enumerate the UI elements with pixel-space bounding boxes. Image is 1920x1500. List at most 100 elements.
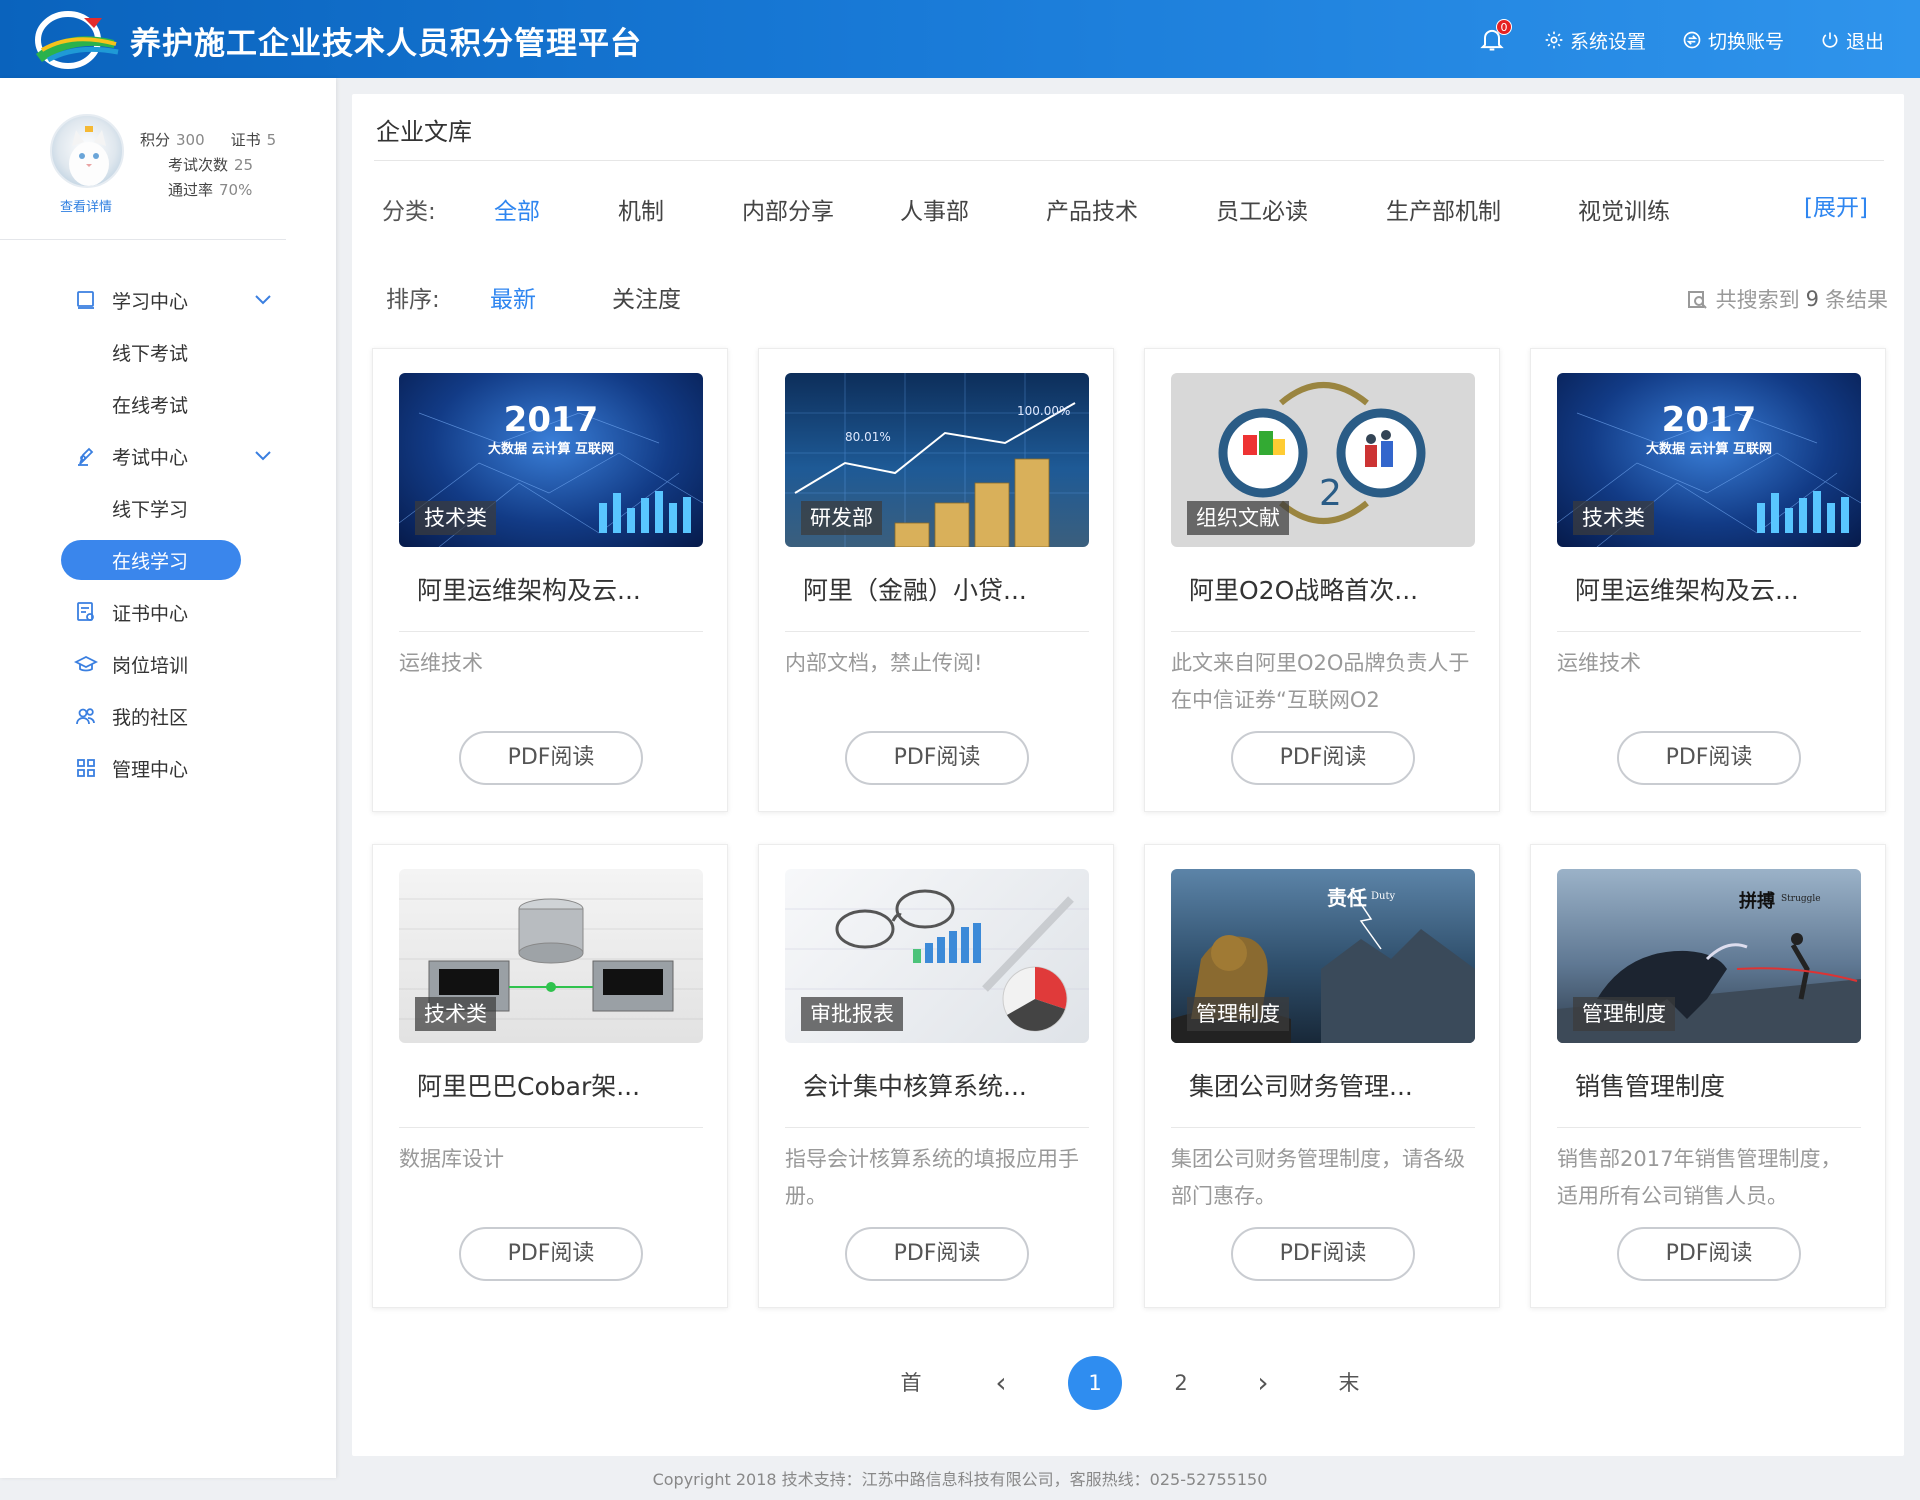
doc-title[interactable]: 阿里巴巴Cobar架... [417,1067,687,1103]
sidebar-item-my-community[interactable]: 我的社区 [0,690,336,742]
power-icon [1822,32,1838,48]
category-filter: 分类: 全部 机制 内部分享 人事部 产品技术 员工必读 生产部机制 视觉训练 [382,192,1782,232]
sidebar-item-label: 线下学习 [112,498,189,521]
title-divider [374,160,1884,161]
chart-percent-top: 100.00% [1017,404,1070,418]
category-employee-must-read[interactable]: 员工必读 [1216,192,1308,226]
sidebar-item-online-study[interactable]: 在线学习 [0,534,336,586]
notification-button[interactable]: 0 [1478,19,1512,55]
sidebar-item-label: 管理中心 [112,758,189,781]
sidebar-item-label: 线下考试 [112,342,189,365]
pdf-read-button[interactable]: PDF阅读 [1617,1227,1801,1281]
banner-caption: 大数据 云计算 互联网 [488,441,614,457]
doc-category-tag: 技术类 [415,501,496,535]
pdf-read-button[interactable]: PDF阅读 [1231,1227,1415,1281]
sidebar-item-post-training[interactable]: 岗位培训 [0,638,336,690]
doc-title[interactable]: 会计集中核算系统... [803,1067,1073,1103]
banner-year: 2017 [1662,400,1757,440]
prev-page-button[interactable]: ‹ [974,1356,1028,1410]
doc-description: 内部文档，禁止传阅! [785,651,983,675]
switch-account-icon [1683,31,1701,49]
doc-card[interactable]: 2 组织文献 阿里O2O战略首次... 此文来自阿里O2O品牌负责人于在中信证券… [1144,348,1500,812]
doc-card[interactable]: 2017 大数据 云计算 互联网 技术类 阿里运维架构及云... 运维技术 PD… [372,348,728,812]
doc-title[interactable]: 阿里运维架构及云... [417,571,687,607]
result-count: 共搜索到 9 条结果 [1686,284,1888,314]
avatar[interactable] [50,114,124,188]
platform-logo [35,11,119,69]
category-product-tech[interactable]: 产品技术 [1046,192,1138,226]
pdf-read-button[interactable]: PDF阅读 [845,1227,1029,1281]
doc-thumbnail: 审批报表 [785,869,1089,1043]
doc-title[interactable]: 集团公司财务管理... [1189,1067,1459,1103]
logout-button[interactable]: 退出 [1820,27,1884,54]
doc-title[interactable]: 阿里运维架构及云... [1575,571,1845,607]
sidebar-item-online-exam[interactable]: 在线考试 [0,378,336,430]
pdf-read-button[interactable]: PDF阅读 [459,731,643,785]
next-page-button[interactable]: › [1236,1356,1290,1410]
category-production-mechanism[interactable]: 生产部机制 [1386,192,1501,226]
exam-icon [78,447,94,466]
result-suffix: 条结果 [1825,288,1888,312]
doc-title[interactable]: 阿里（金融）小贷... [803,571,1073,607]
view-details-link[interactable]: 查看详情 [60,196,112,215]
book-icon [77,291,94,309]
sidebar-item-offline-study[interactable]: 线下学习 [0,482,336,534]
sidebar-item-learning-center[interactable]: 学习中心 [0,274,336,326]
switch-account-label: 切换账号 [1707,30,1784,53]
expand-categories-link[interactable]: [展开] [1804,188,1868,222]
exam-count-value: 25 [234,156,254,174]
page-2-button[interactable]: 2 [1154,1356,1208,1410]
category-mechanism[interactable]: 机制 [618,192,664,226]
struggle-subtitle: Struggle [1781,894,1821,904]
sidebar-item-label: 学习中心 [112,290,189,313]
page-1-button[interactable]: 1 [1068,1356,1122,1410]
chevron-down-icon[interactable] [254,292,272,306]
sort-popularity[interactable]: 关注度 [612,280,681,314]
doc-card[interactable]: 拼搏 Struggle 管理制度 销售管理制度 销售部2017年销售管理制度，适… [1530,844,1886,1308]
last-page-button[interactable]: 末 [1322,1356,1376,1410]
first-page-button[interactable]: 首 [884,1356,938,1410]
sort-newest[interactable]: 最新 [490,280,536,314]
doc-card[interactable]: 责任 Duty 管理制度 集团公司财务管理... 集团公司财务管理制度，请各级部… [1144,844,1500,1308]
pass-rate-label: 通过率 [168,181,214,199]
sidebar-item-offline-exam[interactable]: 线下考试 [0,326,336,378]
doc-category-tag: 组织文献 [1187,501,1289,535]
pdf-read-button[interactable]: PDF阅读 [459,1227,643,1281]
pagination: 首 ‹ 1 2 › 末 [352,1356,1904,1412]
chevron-down-icon[interactable] [254,448,272,462]
doc-card[interactable]: 审批报表 会计集中核算系统... 指导会计核算系统的填报应用手册。 PDF阅读 [758,844,1114,1308]
pdf-read-button[interactable]: PDF阅读 [845,731,1029,785]
card-divider [1557,1127,1861,1128]
app-title: 养护施工企业技术人员积分管理平台 [130,26,642,62]
community-icon [76,708,95,725]
category-hr[interactable]: 人事部 [900,192,969,226]
doc-card[interactable]: 100.00% 80.01% 研发部 阿里（金融）小贷... 内部文档，禁止传阅… [758,348,1114,812]
category-visual-training[interactable]: 视觉训练 [1578,192,1670,226]
doc-thumbnail: 2017 大数据 云计算 互联网 技术类 [1557,373,1861,547]
doc-description: 指导会计核算系统的填报应用手册。 [785,1147,1079,1208]
top-header: 养护施工企业技术人员积分管理平台 0 系统设置 切换账号 退出 [0,0,1920,78]
doc-description: 数据库设计 [399,1147,504,1171]
category-internal-share[interactable]: 内部分享 [742,192,834,226]
doc-description: 集团公司财务管理制度，请各级部门惠存。 [1171,1147,1465,1208]
sidebar-item-cert-center[interactable]: 证书中心 [0,586,336,638]
footer-copyright: Copyright 2018 技术支持：江苏中路信息科技有限公司，客服热线：02… [652,1470,1268,1489]
pdf-read-button[interactable]: PDF阅读 [1231,731,1415,785]
card-divider [399,1127,703,1128]
sidebar-item-admin-center[interactable]: 管理中心 [0,742,336,794]
system-settings-button[interactable]: 系统设置 [1544,27,1646,54]
doc-title[interactable]: 销售管理制度 [1575,1067,1845,1103]
sidebar: 查看详情 积分 300 证书 5 考试次数 25 通过率 70% 学习中心 线下考试 在线… [0,78,336,1478]
pdf-read-button[interactable]: PDF阅读 [1617,731,1801,785]
gear-icon [1545,31,1563,49]
category-all[interactable]: 全部 [494,192,540,226]
pass-rate-value: 70% [219,181,253,199]
doc-card[interactable]: 2017 大数据 云计算 互联网 技术类 阿里运维架构及云... 运维技术 PD… [1530,348,1886,812]
switch-account-button[interactable]: 切换账号 [1682,27,1784,54]
doc-thumbnail: 100.00% 80.01% 研发部 [785,373,1089,547]
doc-title[interactable]: 阿里O2O战略首次... [1189,571,1459,607]
sidebar-item-exam-center[interactable]: 考试中心 [0,430,336,482]
banner-year: 2017 [504,400,599,440]
sidebar-item-label: 我的社区 [112,706,189,729]
doc-card[interactable]: 技术类 阿里巴巴Cobar架... 数据库设计 PDF阅读 [372,844,728,1308]
